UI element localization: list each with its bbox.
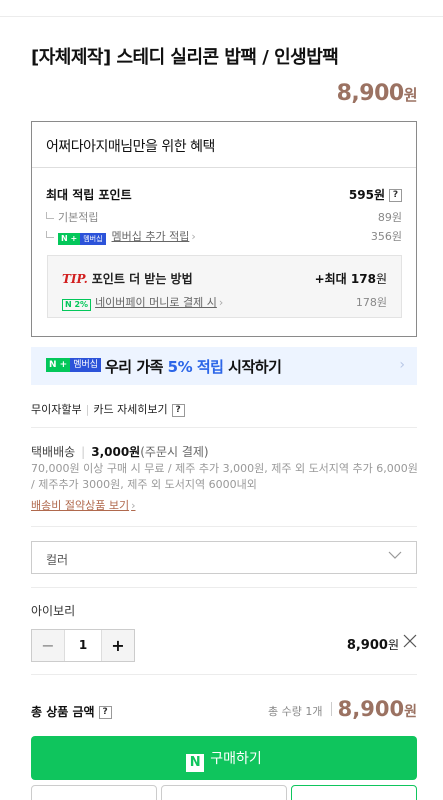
- benefit-heading: 어쩌다아지매님만을 위한 혜택: [46, 139, 215, 155]
- selected-option-name: 아이보리: [31, 604, 76, 618]
- max-points-label: 최대 적립 포인트: [46, 188, 132, 202]
- membership-points-link[interactable]: 멤버십 추가 적립: [112, 230, 190, 243]
- membership-points-row: N + 멤버십 멤버십 추가 적립 › 356원: [46, 228, 402, 245]
- basic-points-row: 기본적립 89원: [46, 209, 402, 225]
- membership-banner[interactable]: N + 멤버십 우리 가족 5% 적립 시작하기 ›: [31, 347, 417, 385]
- tip-max-value: 178: [350, 272, 376, 286]
- shipping-row: 택배배송 | 3,000원(주문시 결제): [31, 443, 209, 460]
- npay-money-link[interactable]: 네이버페이 머니로 결제 시: [95, 296, 217, 309]
- shipping-saving-link-label: 배송비 절약상품 보기: [31, 499, 130, 512]
- chevron-right-icon: ›: [131, 499, 136, 512]
- tip-text: 포인트 더 받는 방법: [91, 272, 193, 286]
- card-detail-link[interactable]: 카드 자세히보기: [93, 403, 167, 416]
- shipping-note: (주문시 결제): [140, 445, 209, 459]
- chevron-down-icon: [388, 551, 402, 559]
- npay-2pct-badge-icon: N 2%: [62, 299, 92, 311]
- color-option-select[interactable]: 컬러: [31, 541, 417, 574]
- branch-line-icon: [46, 231, 54, 238]
- badge-n: N +: [58, 233, 81, 245]
- talk-button[interactable]: [31, 785, 157, 800]
- increase-button[interactable]: +: [102, 630, 134, 661]
- option-price-unit: 원: [387, 638, 399, 652]
- total-label-wrap: 총 상품 금액?: [31, 703, 112, 720]
- max-points-value: 595원: [348, 188, 385, 202]
- banner-pct: 5% 적립: [167, 358, 224, 376]
- product-price-unit: 원: [403, 86, 418, 104]
- option-price: 8,900원: [347, 636, 399, 653]
- total-price: 8,900원: [338, 697, 417, 721]
- benefit-divider: [32, 167, 416, 168]
- installment-label: 무이자할부: [31, 403, 82, 416]
- quantity-input[interactable]: 1: [64, 630, 102, 661]
- shipping-description: 70,000원 이상 구매 시 무료 / 제주 추가 3,000원, 제주 외 …: [31, 462, 418, 491]
- banner-text-prefix: 우리 가족: [105, 358, 168, 376]
- product-title: [자체제작] 스테디 실리콘 밥팩 / 인생밥팩: [31, 47, 339, 68]
- help-icon[interactable]: ?: [389, 189, 402, 202]
- basic-points-value: 89원: [377, 211, 402, 224]
- total-count: 총 수량 1개: [268, 705, 323, 718]
- divider: [31, 427, 417, 428]
- branch-line-icon: [46, 212, 54, 219]
- banner-text-suffix: 시작하기: [223, 358, 282, 376]
- shipping-fee: 3,000원: [91, 445, 141, 459]
- total-label: 총 상품 금액: [31, 705, 95, 719]
- buy-button-content: N 구매하기: [31, 748, 417, 772]
- cart-button[interactable]: [291, 785, 417, 800]
- tip-max: +최대 178원: [315, 270, 387, 287]
- quantity-stepper: − 1 +: [31, 629, 135, 662]
- chevron-right-icon: ›: [399, 357, 405, 373]
- naver-n-icon: N: [186, 754, 205, 772]
- product-price-value: 8,900: [336, 81, 405, 106]
- npay-value: 178원: [355, 296, 387, 309]
- tip-max-unit: 원: [375, 272, 387, 286]
- product-price: 8,900원: [336, 81, 418, 106]
- top-divider: [0, 16, 443, 17]
- divider: [31, 587, 417, 588]
- option-price-value: 8,900: [346, 638, 388, 653]
- naver-membership-badge-icon: N + 멤버십: [46, 358, 102, 372]
- shipping-type: 택배배송: [31, 445, 76, 459]
- total-price-unit: 원: [404, 704, 417, 720]
- decrease-button[interactable]: −: [32, 630, 64, 661]
- membership-points-value: 356원: [370, 230, 402, 243]
- badge-membership: 멤버십: [80, 233, 106, 245]
- naver-membership-badge-icon: N + 멤버십: [58, 233, 106, 245]
- badge-n: N +: [46, 358, 71, 372]
- max-points-value-wrap: 595원?: [349, 186, 402, 203]
- buy-button-label: 구매하기: [210, 751, 262, 767]
- benefit-box: 어쩌다아지매님만을 위한 혜택 최대 적립 포인트 595원? 기본적립 89원…: [31, 121, 417, 337]
- separator: |: [81, 445, 86, 459]
- separator: |: [85, 403, 90, 416]
- total-price-value: 8,900: [337, 697, 405, 721]
- close-icon[interactable]: [403, 634, 417, 648]
- badge-membership: 멤버십: [70, 358, 102, 372]
- max-points-row: 최대 적립 포인트 595원?: [46, 186, 402, 203]
- help-icon[interactable]: ?: [171, 403, 185, 417]
- buy-button[interactable]: N 구매하기: [31, 736, 417, 780]
- npay-row: N 2% 네이버페이 머니로 결제 시 ›: [62, 294, 223, 311]
- divider: [31, 526, 417, 527]
- banner-text: 우리 가족 5% 적립 시작하기: [105, 356, 282, 377]
- chevron-right-icon: ›: [218, 296, 224, 309]
- divider: [31, 674, 417, 675]
- wishlist-button[interactable]: [161, 785, 287, 800]
- help-icon[interactable]: ?: [98, 706, 112, 719]
- tip-label: TIP.: [62, 272, 88, 286]
- chevron-right-icon: ›: [191, 230, 196, 243]
- installment-row: 무이자할부 | 카드 자세히보기?: [31, 401, 185, 417]
- tip-box: TIP. 포인트 더 받는 방법 +최대 178원 N 2% 네이버페이 머니로 결…: [47, 255, 402, 318]
- color-option-label: 컬러: [46, 553, 69, 567]
- shipping-saving-link[interactable]: 배송비 절약상품 보기 ›: [31, 497, 135, 513]
- separator: [331, 702, 332, 716]
- basic-points-label: 기본적립: [58, 211, 99, 224]
- tip-max-prefix: +최대: [314, 272, 347, 286]
- tip-heading: TIP. 포인트 더 받는 방법: [62, 270, 193, 287]
